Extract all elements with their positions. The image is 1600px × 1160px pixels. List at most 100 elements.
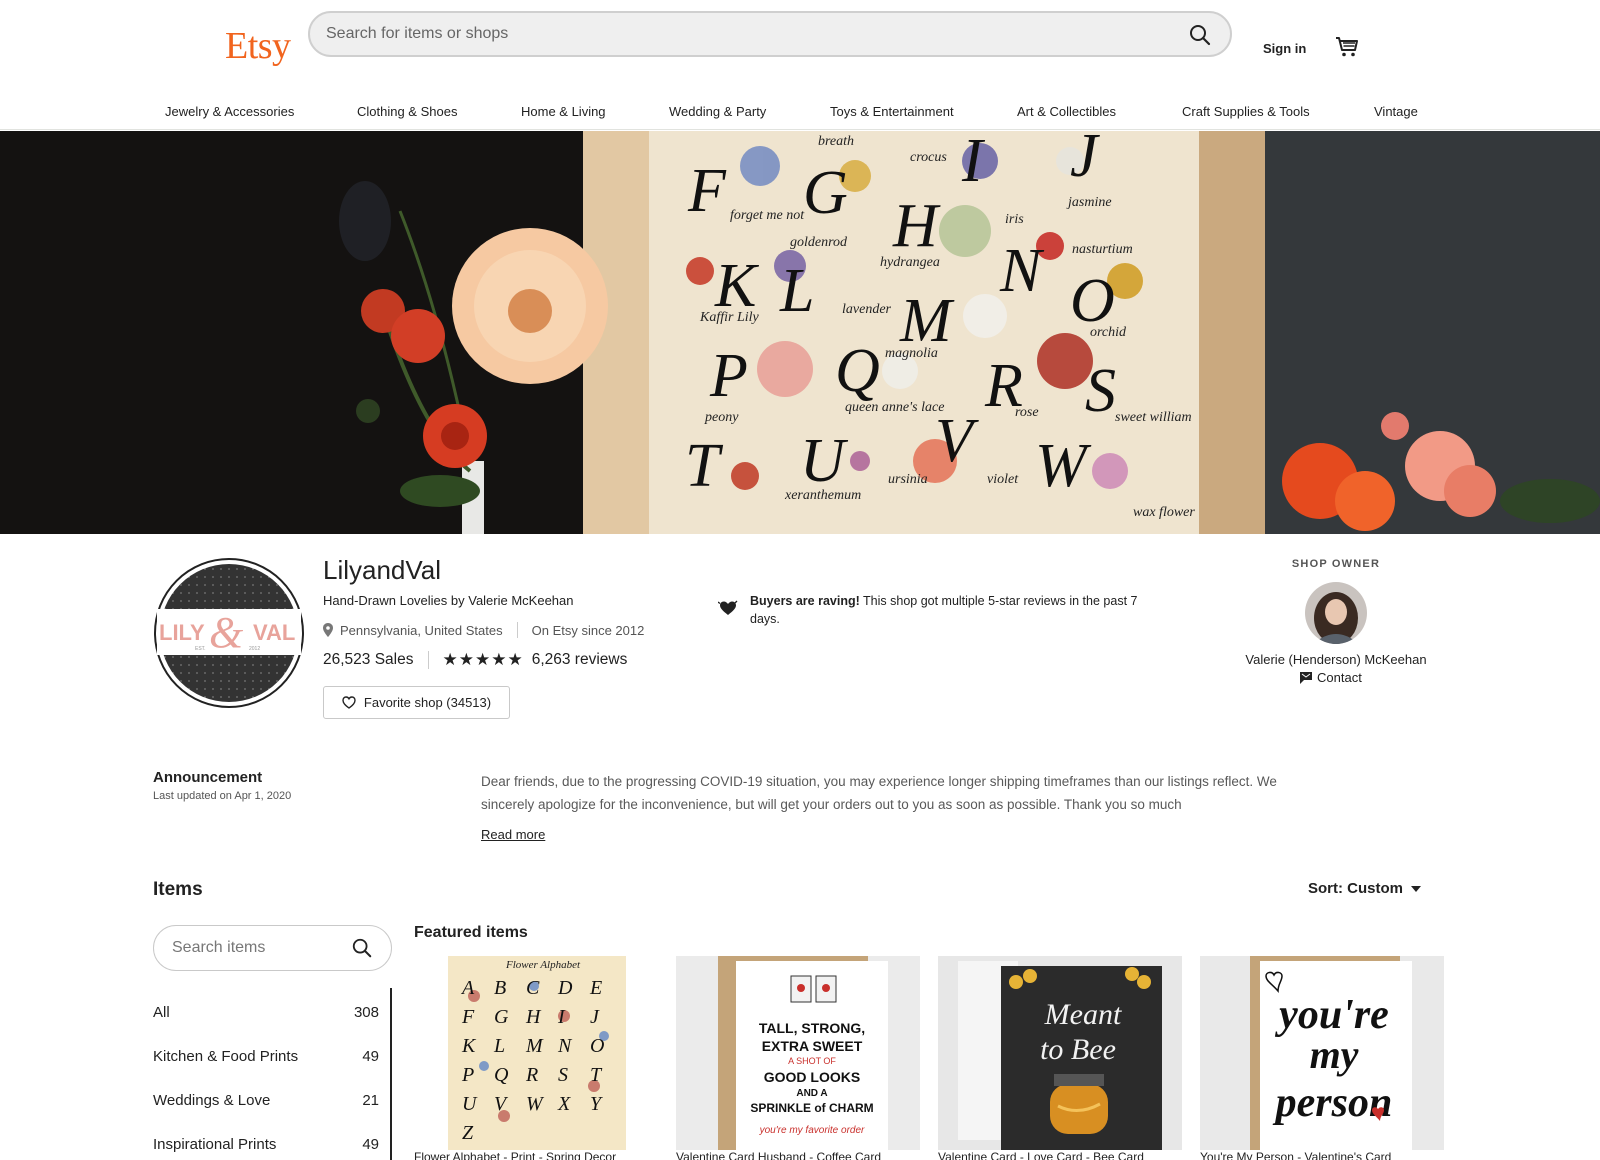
banner-letter: I (961, 131, 986, 195)
art-letter: X (557, 1093, 571, 1115)
art-text: A SHOT OF (788, 1056, 836, 1066)
caret-down-icon (1411, 885, 1421, 892)
section-item-all[interactable]: All 308 (153, 1004, 379, 1028)
art-letter: K (461, 1035, 477, 1057)
banner-word: wax flower (1133, 505, 1195, 520)
category-jewelry[interactable]: Jewelry & Accessories (165, 104, 294, 119)
art-letter: P (461, 1064, 474, 1086)
banner-letter: G (803, 159, 848, 227)
featured-item-title[interactable]: Valentine Card Husband - Coffee Card (676, 1150, 920, 1160)
shop-name: LilyandVal (323, 555, 442, 585)
raving-text: Buyers are raving! This shop got multipl… (750, 592, 1158, 628)
art-text: you're my favorite order (759, 1125, 865, 1136)
section-item-inspirational[interactable]: Inspirational Prints 49 (153, 1136, 379, 1160)
banner-word: goldenrod (790, 235, 848, 250)
art-text: GOOD LOOKS (764, 1069, 860, 1085)
shop-logo: LILY & VAL EST. 2012 (154, 558, 304, 708)
art-letter: Y (590, 1093, 603, 1115)
art-letter: B (494, 977, 506, 999)
cart-icon[interactable] (1335, 36, 1359, 58)
search-icon[interactable] (1188, 23, 1212, 47)
shop-logo-ampersand: & (209, 608, 244, 657)
etsy-logo[interactable]: Etsy (225, 24, 291, 68)
featured-item-title[interactable]: Valentine Card - Love Card - Bee Card (938, 1150, 1182, 1160)
section-label: Weddings & Love (153, 1092, 271, 1109)
buyers-raving-notice: Buyers are raving! This shop got multipl… (718, 592, 1158, 628)
heart-icon (342, 696, 356, 709)
shop-logo-est: EST. (195, 646, 206, 652)
owner-avatar[interactable] (1305, 582, 1367, 644)
item-search-bar[interactable] (153, 925, 392, 971)
art-letter: N (557, 1035, 573, 1057)
site-header: Etsy Sign in Jewelry & Accessories Cloth… (0, 0, 1600, 130)
art-text: EXTRA SWEET (762, 1038, 863, 1054)
section-item-kitchen[interactable]: Kitchen & Food Prints 49 (153, 1048, 379, 1072)
contact-owner-link[interactable]: Contact (1300, 670, 1362, 685)
banner-letter: S (1085, 357, 1116, 425)
category-wedding[interactable]: Wedding & Party (669, 104, 766, 119)
section-count: 49 (362, 1136, 379, 1153)
sort-dropdown[interactable]: Sort: Custom (1308, 880, 1421, 897)
art-letter: C (526, 977, 540, 999)
art-letter: R (525, 1064, 538, 1086)
shop-tagline: Hand-Drawn Lovelies by Valerie McKeehan (323, 593, 574, 608)
favorite-shop-button[interactable]: Favorite shop (34513) (323, 686, 510, 719)
featured-item-card[interactable]: Flower Alphabet ABCDEFGHIJKLMNOPQRSTUVWX… (414, 956, 658, 1150)
art-heading: Flower Alphabet (505, 959, 581, 971)
banner-word: sweet william (1115, 410, 1192, 425)
category-clothing[interactable]: Clothing & Shoes (357, 104, 457, 119)
section-label: Kitchen & Food Prints (153, 1048, 299, 1065)
shop-location-row: Pennsylvania, United States On Etsy sinc… (323, 622, 644, 638)
search-icon[interactable] (351, 937, 373, 959)
sort-label: Sort: Custom (1308, 880, 1403, 897)
sign-in-link[interactable]: Sign in (1263, 41, 1306, 56)
art-text: SPRINKLE of CHARM (750, 1101, 873, 1115)
announcement-text: Dear friends, due to the progressing COV… (481, 774, 1277, 812)
banner-letter: U (800, 427, 849, 495)
featured-item-card[interactable]: Meant to Bee (938, 956, 1182, 1150)
divider (427, 651, 429, 669)
items-title: Items (153, 879, 203, 900)
site-search-bar[interactable] (308, 11, 1232, 57)
art-letter: Q (494, 1064, 509, 1086)
featured-item-title[interactable]: You're My Person - Valentine's Card (1200, 1150, 1444, 1160)
read-more-link[interactable]: Read more (481, 827, 545, 842)
banner-letter: L (779, 257, 814, 325)
art-text: my (1310, 1032, 1359, 1077)
art-letter: H (525, 1006, 542, 1028)
art-text: Meant (1044, 998, 1122, 1031)
owner-name[interactable]: Valerie (Henderson) McKeehan (1186, 652, 1486, 667)
banner-word: magnolia (885, 346, 938, 361)
section-item-weddings[interactable]: Weddings & Love 21 (153, 1092, 379, 1116)
banner-word: crocus (910, 150, 947, 165)
category-nav: Jewelry & Accessories Clothing & Shoes H… (0, 104, 1600, 124)
site-search-input[interactable] (326, 13, 1156, 55)
art-letter: S (558, 1064, 568, 1086)
category-toys[interactable]: Toys & Entertainment (830, 104, 954, 119)
contact-label: Contact (1317, 670, 1362, 685)
featured-item-title[interactable]: Flower Alphabet - Print - Spring Decor (414, 1150, 658, 1160)
art-text: person (1273, 1080, 1393, 1126)
featured-item-card[interactable]: TALL, STRONG, EXTRA SWEET A SHOT OF GOOD… (676, 956, 920, 1150)
category-home[interactable]: Home & Living (521, 104, 606, 119)
shop-logo-text: LILY (159, 620, 205, 645)
banner-word: ursinia (888, 472, 928, 487)
category-craft[interactable]: Craft Supplies & Tools (1182, 104, 1310, 119)
category-art[interactable]: Art & Collectibles (1017, 104, 1116, 119)
product-image: Meant to Bee (938, 956, 1182, 1150)
product-image: Flower Alphabet A B C D EF G H I JK L M N OP Q R S TU V W X… (414, 956, 658, 1150)
section-label: All (153, 1004, 170, 1021)
product-image: TALL, STRONG, EXTRA SWEET A SHOT OF GOOD… (676, 956, 920, 1150)
shop-reviews-link[interactable]: 6,263 reviews (532, 651, 628, 669)
banner-letter: V (935, 407, 979, 475)
shop-logo-year: 2012 (249, 646, 260, 652)
shop-sales[interactable]: 26,523 Sales (323, 651, 414, 669)
item-search-input[interactable] (172, 926, 342, 970)
banner-word: jasmine (1066, 195, 1112, 210)
banner-word: queen anne's lace (845, 400, 944, 415)
art-text: to Bee (1040, 1033, 1116, 1066)
category-vintage[interactable]: Vintage (1374, 104, 1418, 119)
location-pin-icon (323, 623, 333, 637)
featured-item-card[interactable]: you're my person (1200, 956, 1444, 1150)
banner-letter: M (899, 287, 955, 355)
